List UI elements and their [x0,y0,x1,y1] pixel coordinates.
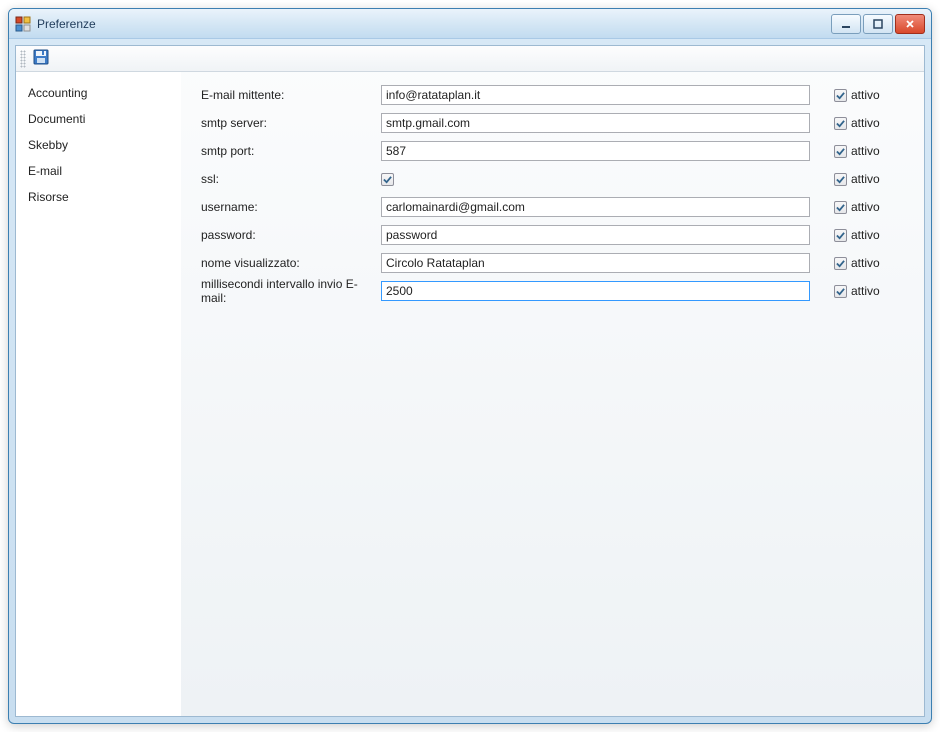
toolbar [16,46,924,72]
input-password[interactable] [381,225,810,245]
sidebar-item-label: Skebby [28,138,68,152]
save-icon [33,49,49,68]
label-smtp-server: smtp server: [201,116,381,130]
active-label: attivo [851,88,880,102]
active-label: attivo [851,256,880,270]
window-controls [831,14,925,34]
label-password: password: [201,228,381,242]
close-button[interactable] [895,14,925,34]
active-label: attivo [851,172,880,186]
label-username: username: [201,200,381,214]
input-nome-visualizzato[interactable] [381,253,810,273]
checkbox-active-nome-visualizzato[interactable] [834,257,847,270]
input-username[interactable] [381,197,810,217]
row-ssl: ssl: attivo [201,166,900,192]
active-label: attivo [851,200,880,214]
checkbox-ssl[interactable] [381,173,394,186]
sidebar-item-risorse[interactable]: Risorse [16,184,181,210]
sidebar-item-accounting[interactable]: Accounting [16,80,181,106]
sidebar-item-label: Risorse [28,190,69,204]
active-label: attivo [851,116,880,130]
checkbox-active-email-mittente[interactable] [834,89,847,102]
row-ms-intervallo: millisecondi intervallo invio E-mail: at… [201,278,900,304]
label-email-mittente: E-mail mittente: [201,88,381,102]
checkbox-active-ssl[interactable] [834,173,847,186]
input-email-mittente[interactable] [381,85,810,105]
save-button[interactable] [30,48,52,70]
sidebar-item-label: Accounting [28,86,87,100]
checkbox-active-ms-intervallo[interactable] [834,285,847,298]
content-panel: E-mail mittente: attivo smtp server: att… [181,72,924,716]
row-username: username: attivo [201,194,900,220]
sidebar-item-label: E-mail [28,164,62,178]
sidebar: Accounting Documenti Skebby E-mail Risor… [16,72,181,716]
row-smtp-server: smtp server: attivo [201,110,900,136]
sidebar-item-label: Documenti [28,112,85,126]
minimize-button[interactable] [831,14,861,34]
preferences-window: Preferenze [8,8,932,724]
sidebar-item-email[interactable]: E-mail [16,158,181,184]
label-ms-intervallo: millisecondi intervallo invio E-mail: [201,277,381,305]
row-smtp-port: smtp port: attivo [201,138,900,164]
titlebar: Preferenze [9,9,931,39]
label-ssl: ssl: [201,172,381,186]
sidebar-item-skebby[interactable]: Skebby [16,132,181,158]
active-label: attivo [851,284,880,298]
maximize-button[interactable] [863,14,893,34]
sidebar-item-documenti[interactable]: Documenti [16,106,181,132]
checkbox-active-password[interactable] [834,229,847,242]
row-password: password: attivo [201,222,900,248]
active-label: attivo [851,144,880,158]
active-label: attivo [851,228,880,242]
input-ms-intervallo[interactable] [381,281,810,301]
label-nome-visualizzato: nome visualizzato: [201,256,381,270]
checkbox-active-username[interactable] [834,201,847,214]
checkbox-active-smtp-server[interactable] [834,117,847,130]
row-email-mittente: E-mail mittente: attivo [201,82,900,108]
body: Accounting Documenti Skebby E-mail Risor… [16,72,924,716]
label-smtp-port: smtp port: [201,144,381,158]
row-nome-visualizzato: nome visualizzato: attivo [201,250,900,276]
checkbox-active-smtp-port[interactable] [834,145,847,158]
window-title: Preferenze [37,17,96,31]
input-smtp-server[interactable] [381,113,810,133]
window-client-area: Accounting Documenti Skebby E-mail Risor… [15,45,925,717]
app-icon [15,16,31,32]
toolbar-grip [20,50,26,68]
input-smtp-port[interactable] [381,141,810,161]
